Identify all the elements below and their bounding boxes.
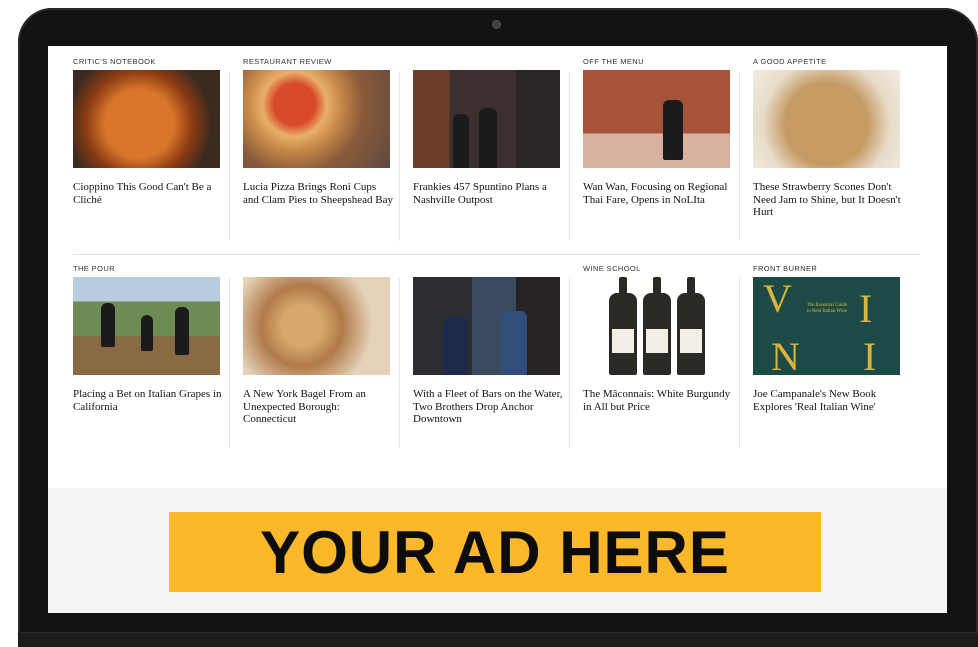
article-card[interactable]: CRITIC'S NOTEBOOK Cioppino This Good Can… bbox=[73, 56, 243, 219]
article-headline[interactable]: A New York Bagel From an Unexpected Boro… bbox=[243, 388, 393, 426]
article-headline[interactable]: Frankies 457 Spuntino Plans a Nashville … bbox=[413, 181, 563, 206]
person-figure bbox=[663, 100, 683, 160]
person-figure bbox=[101, 303, 115, 347]
laptop-bottom-bezel bbox=[18, 632, 978, 647]
book-letter: N bbox=[771, 334, 800, 376]
article-thumbnail[interactable] bbox=[243, 277, 390, 375]
article-kicker bbox=[413, 263, 583, 275]
article-kicker: A GOOD APPETITE bbox=[753, 57, 827, 66]
person-figure bbox=[453, 114, 469, 168]
wine-bottle bbox=[643, 277, 671, 375]
ad-banner[interactable]: YOUR AD HERE bbox=[169, 512, 821, 592]
article-card[interactable]: Frankies 457 Spuntino Plans a Nashville … bbox=[399, 56, 583, 241]
book-letter: I bbox=[863, 334, 877, 376]
article-kicker: OFF THE MENU bbox=[583, 57, 644, 66]
article-thumbnail[interactable] bbox=[583, 70, 730, 168]
article-headline[interactable]: These Strawberry Scones Don't Need Jam t… bbox=[753, 181, 903, 219]
article-headline[interactable]: Lucia Pizza Brings Roni Cups and Clam Pi… bbox=[243, 181, 393, 206]
row-divider bbox=[73, 254, 921, 255]
article-thumbnail[interactable] bbox=[753, 70, 900, 168]
article-card[interactable]: RESTAURANT REVIEW Lucia Pizza Brings Ron… bbox=[229, 56, 413, 241]
person-figure bbox=[175, 307, 189, 355]
article-thumbnail[interactable] bbox=[583, 277, 730, 375]
article-thumbnail[interactable] bbox=[413, 70, 560, 168]
book-cover-text: The Essential Guide to Real Italian Wine bbox=[806, 303, 848, 314]
article-kicker: RESTAURANT REVIEW bbox=[243, 57, 332, 66]
article-headline[interactable]: Joe Campanale's New Book Explores 'Real … bbox=[753, 388, 903, 413]
article-headline[interactable]: Wan Wan, Focusing on Regional Thai Fare,… bbox=[583, 181, 733, 206]
article-card[interactable]: THE POUR Placing a Bet on Italian Grapes… bbox=[73, 263, 243, 426]
person-figure bbox=[501, 311, 527, 375]
article-headline[interactable]: Placing a Bet on Italian Grapes in Calif… bbox=[73, 388, 223, 413]
wine-bottle bbox=[677, 277, 705, 375]
article-card[interactable]: A GOOD APPETITE These Strawberry Scones … bbox=[739, 56, 923, 241]
article-headline[interactable]: Cioppino This Good Can't Be a Cliché bbox=[73, 181, 223, 206]
article-kicker bbox=[243, 263, 413, 275]
person-figure bbox=[479, 108, 497, 168]
article-kicker: THE POUR bbox=[73, 264, 115, 273]
screen: CRITIC'S NOTEBOOK Cioppino This Good Can… bbox=[48, 46, 947, 613]
article-thumbnail[interactable] bbox=[413, 277, 560, 375]
article-thumbnail[interactable]: V I N I The Essential Guide to Real Ital… bbox=[753, 277, 900, 375]
person-figure bbox=[443, 317, 467, 375]
article-kicker: WINE SCHOOL bbox=[583, 264, 641, 273]
laptop-frame: CRITIC'S NOTEBOOK Cioppino This Good Can… bbox=[18, 8, 978, 647]
article-card[interactable]: With a Fleet of Bars on the Water, Two B… bbox=[399, 263, 583, 448]
article-kicker: FRONT BURNER bbox=[753, 264, 818, 273]
article-card[interactable]: WINE SCHOOL The Mâconnais: White Burgund… bbox=[569, 263, 753, 448]
book-letter: I bbox=[859, 286, 873, 331]
article-thumbnail[interactable] bbox=[73, 70, 220, 168]
person-figure bbox=[141, 315, 153, 351]
article-thumbnail[interactable] bbox=[73, 277, 220, 375]
article-headline[interactable]: With a Fleet of Bars on the Water, Two B… bbox=[413, 388, 563, 426]
wine-bottle bbox=[609, 277, 637, 375]
webcam-icon bbox=[492, 20, 501, 29]
article-card[interactable]: FRONT BURNER V I N I The Essential Guide… bbox=[739, 263, 923, 448]
article-card[interactable]: OFF THE MENU Wan Wan, Focusing on Region… bbox=[569, 56, 753, 241]
article-card[interactable]: A New York Bagel From an Unexpected Boro… bbox=[229, 263, 413, 448]
ad-text: YOUR AD HERE bbox=[260, 518, 730, 586]
ad-band: YOUR AD HERE bbox=[48, 488, 947, 613]
article-kicker: CRITIC'S NOTEBOOK bbox=[73, 57, 156, 66]
article-headline[interactable]: The Mâconnais: White Burgundy in All but… bbox=[583, 388, 733, 413]
article-row-1: CRITIC'S NOTEBOOK Cioppino This Good Can… bbox=[73, 56, 923, 241]
article-thumbnail[interactable] bbox=[243, 70, 390, 168]
article-row-2: THE POUR Placing a Bet on Italian Grapes… bbox=[73, 263, 923, 448]
article-kicker bbox=[413, 56, 583, 68]
book-letter: V bbox=[763, 277, 792, 321]
